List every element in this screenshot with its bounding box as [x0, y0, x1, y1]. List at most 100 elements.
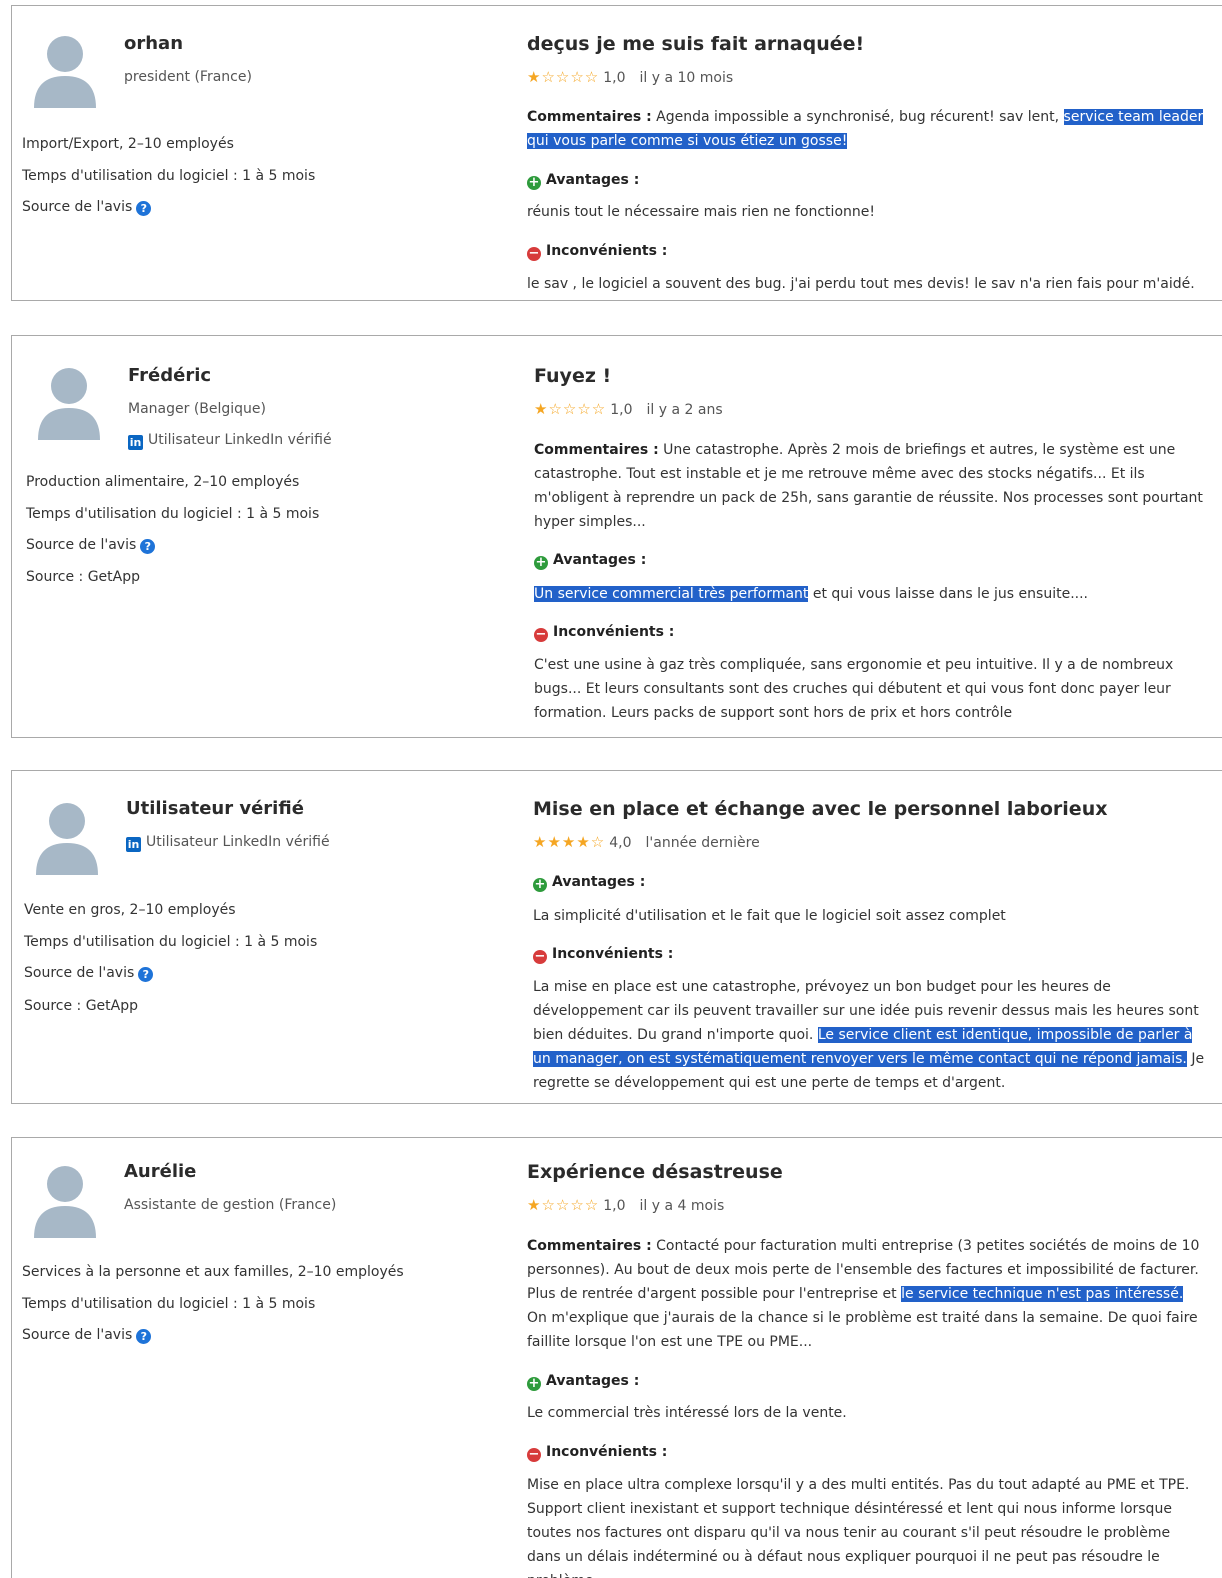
review-title: Fuyez ! — [534, 365, 612, 387]
star-rating-icon: ★★★★☆ — [533, 833, 606, 851]
minus-circle-icon: − — [527, 246, 541, 261]
review-rating: ★★★★☆ 4,0 l'année dernière — [533, 833, 760, 851]
pros-label: Avantages : — [553, 552, 647, 568]
cons-text: C'est une usine à gaz très compliquée, s… — [534, 657, 1174, 721]
review-rating: ★☆☆☆☆ 1,0 il y a 2 ans — [534, 400, 723, 418]
review-source-label: Source de l'avis — [24, 965, 135, 981]
review-rating: ★☆☆☆☆ 1,0 il y a 10 mois — [527, 68, 733, 86]
pros-text: La simplicité d'utilisation et le fait q… — [533, 908, 1006, 924]
review-origin: Source : GetApp — [24, 998, 139, 1014]
plus-circle-icon: + — [534, 555, 548, 570]
reviewer-name: orhan — [124, 33, 184, 54]
linkedin-icon: in — [128, 435, 143, 450]
review-source: Source de l'avis? — [22, 1327, 152, 1344]
minus-circle-icon: − — [533, 949, 547, 964]
pros-text-rest: et qui vous laisse dans le jus ensuite..… — [808, 586, 1088, 602]
cons-text: La mise en place est une catastrophe, pr… — [533, 975, 1213, 1095]
comments-label: Commentaires : — [534, 442, 659, 458]
reviewer-role: president (France) — [124, 69, 252, 85]
user-avatar-icon — [34, 36, 96, 108]
pros-text: Un service commercial très performant et… — [534, 582, 1214, 606]
cons-label: Inconvénients : — [553, 624, 675, 640]
plus-circle-icon: + — [527, 1376, 541, 1391]
help-icon[interactable]: ? — [136, 201, 152, 216]
plus-circle-icon: + — [533, 877, 547, 892]
star-rating-icon: ★☆☆☆☆ — [527, 1196, 600, 1214]
review-date: l'année dernière — [645, 835, 760, 851]
review-title: Expérience désastreuse — [527, 1161, 783, 1183]
reviewer-industry: Production alimentaire, 2–10 employés — [26, 474, 300, 490]
review-source-label: Source de l'avis — [22, 1327, 133, 1343]
pros-label: Avantages : — [546, 172, 640, 188]
rating-value: 4,0 — [609, 835, 632, 851]
review-title: Mise en place et échange avec le personn… — [533, 798, 1108, 820]
plus-circle-icon: + — [527, 175, 541, 190]
highlighted-text: le service technique n'est pas intéressé… — [901, 1286, 1184, 1302]
review-source: Source de l'avis? — [24, 965, 154, 982]
review-card: Utilisateur vérifié in Utilisateur Linked… — [11, 770, 1222, 1104]
reviewer-name: Aurélie — [124, 1161, 197, 1182]
cons-heading: − Inconvénients : — [534, 624, 674, 642]
user-avatar-icon — [36, 803, 98, 875]
review-card: orhan president (France) Import/Export, … — [11, 5, 1222, 301]
comments-label: Commentaires : — [527, 109, 652, 125]
star-rating-icon: ★☆☆☆☆ — [527, 68, 600, 86]
rating-value: 1,0 — [610, 402, 633, 418]
linkedin-verified: in Utilisateur LinkedIn vérifié — [126, 834, 330, 852]
review-rating: ★☆☆☆☆ 1,0 il y a 4 mois — [527, 1196, 724, 1214]
user-avatar-icon — [34, 1166, 96, 1238]
reviewer-role: Assistante de gestion (France) — [124, 1197, 337, 1213]
cons-heading: − Inconvénients : — [527, 1444, 667, 1462]
reviewer-industry: Import/Export, 2–10 employés — [22, 136, 234, 152]
pros-text: réunis tout le nécessaire mais rien ne f… — [527, 204, 875, 220]
review-date: il y a 2 ans — [646, 402, 723, 418]
pros-heading: + Avantages : — [527, 1373, 639, 1391]
reviewer-industry: Services à la personne et aux familles, … — [22, 1264, 404, 1280]
reviewer-name: Utilisateur vérifié — [126, 798, 304, 819]
help-icon[interactable]: ? — [138, 967, 154, 982]
review-source: Source de l'avis? — [26, 537, 156, 554]
comments-text-end: On m'explique que j'aurais de la chance … — [527, 1310, 1198, 1350]
help-icon[interactable]: ? — [140, 539, 156, 554]
usage-duration: Temps d'utilisation du logiciel : 1 à 5 … — [26, 506, 320, 522]
linkedin-verified-label: Utilisateur LinkedIn vérifié — [148, 432, 332, 448]
pros-text: Le commercial très intéressé lors de la … — [527, 1405, 847, 1421]
minus-circle-icon: − — [534, 627, 548, 642]
cons-label: Inconvénients : — [552, 946, 674, 962]
review-date: il y a 4 mois — [639, 1198, 725, 1214]
review-card: Frédéric Manager (Belgique) in Utilisateu… — [11, 335, 1222, 738]
cons-label: Inconvénients : — [546, 243, 668, 259]
review-comments: Commentaires : Agenda impossible a synch… — [527, 105, 1207, 153]
pros-label: Avantages : — [546, 1373, 640, 1389]
rating-value: 1,0 — [603, 70, 626, 86]
review-source: Source de l'avis? — [22, 199, 152, 216]
highlighted-text: Un service commercial très performant — [534, 586, 809, 602]
linkedin-verified: in Utilisateur LinkedIn vérifié — [128, 432, 332, 450]
comments-label: Commentaires : — [527, 1238, 652, 1254]
cons-heading: − Inconvénients : — [533, 946, 673, 964]
user-avatar-icon — [38, 368, 100, 440]
pros-heading: + Avantages : — [527, 172, 639, 190]
review-comments: Commentaires : Une catastrophe. Après 2 … — [534, 438, 1214, 534]
minus-circle-icon: − — [527, 1447, 541, 1462]
linkedin-icon: in — [126, 837, 141, 852]
pros-heading: + Avantages : — [534, 552, 646, 570]
review-origin: Source : GetApp — [26, 569, 141, 585]
cons-heading: − Inconvénients : — [527, 243, 667, 261]
reviewer-industry: Vente en gros, 2–10 employés — [24, 902, 236, 918]
review-source-label: Source de l'avis — [22, 199, 133, 215]
pros-heading: + Avantages : — [533, 874, 645, 892]
review-title: deçus je me suis fait arnaquée! — [527, 33, 865, 55]
comments-text: Agenda impossible a synchronisé, bug réc… — [656, 109, 1064, 125]
pros-label: Avantages : — [552, 874, 646, 890]
cons-text: Mise en place ultra complexe lorsqu'il y… — [527, 1477, 1190, 1578]
usage-duration: Temps d'utilisation du logiciel : 1 à 5 … — [22, 1296, 316, 1312]
star-rating-icon: ★☆☆☆☆ — [534, 400, 607, 418]
cons-label: Inconvénients : — [546, 1444, 668, 1460]
reviewer-role: Manager (Belgique) — [128, 401, 266, 417]
review-comments: Commentaires : Contacté pour facturation… — [527, 1234, 1207, 1354]
help-icon[interactable]: ? — [136, 1329, 152, 1344]
rating-value: 1,0 — [603, 1198, 626, 1214]
usage-duration: Temps d'utilisation du logiciel : 1 à 5 … — [22, 168, 316, 184]
cons-text: le sav , le logiciel a souvent des bug. … — [527, 276, 1195, 292]
